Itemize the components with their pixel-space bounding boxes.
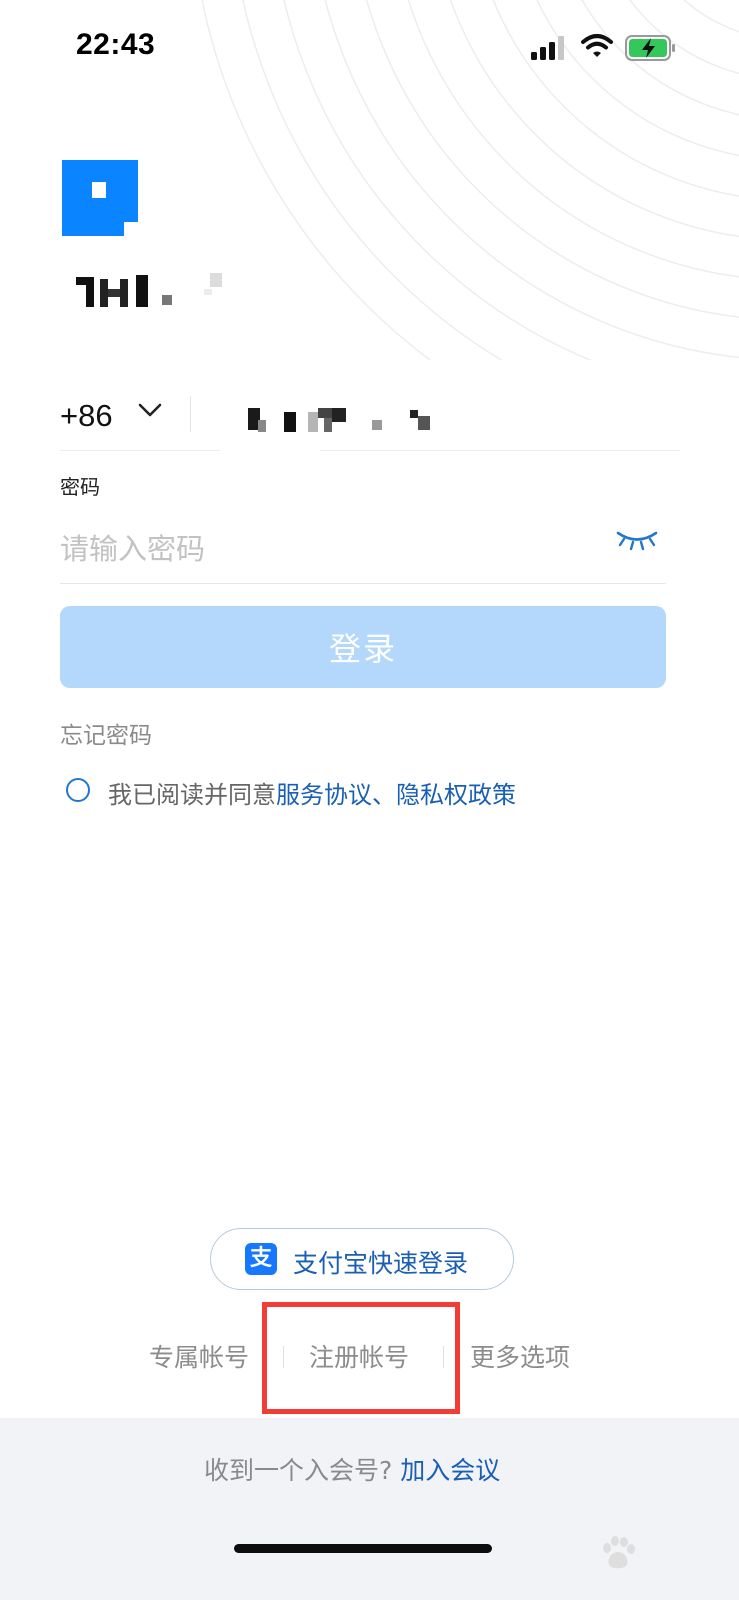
footer-bar: 收到一个入会号? 加入会议	[0, 1418, 739, 1600]
agreement-separator: 、	[372, 781, 396, 809]
phone-underline-right	[320, 450, 680, 451]
password-label: 密码	[60, 475, 100, 499]
footer-text: 收到一个入会号? 加入会议	[204, 1451, 500, 1487]
phone-number-input[interactable]	[246, 404, 446, 436]
terms-of-service-link[interactable]: 服务协议	[276, 781, 372, 809]
highlight-annotation-box	[262, 1302, 460, 1414]
agreement-row: 我已阅读并同意服务协议、隐私权政策	[66, 774, 686, 810]
agreement-text: 我已阅读并同意服务协议、隐私权政策	[108, 775, 516, 810]
agree-checkbox[interactable]	[66, 778, 90, 802]
join-meeting-link[interactable]: 加入会议	[400, 1456, 500, 1485]
app-logo	[62, 160, 138, 236]
home-indicator	[234, 1544, 492, 1553]
phone-field-divider	[190, 396, 191, 432]
forgot-password-link[interactable]: 忘记密码	[60, 716, 152, 750]
alipay-login-button[interactable]: 支 支付宝快速登录	[210, 1228, 514, 1290]
login-button[interactable]: 登录	[60, 606, 666, 688]
signal-icon	[531, 36, 564, 60]
wifi-icon	[581, 34, 613, 57]
app-name-pixelated	[76, 273, 222, 307]
alipay-icon: 支	[245, 1243, 277, 1275]
logo-corner-cutout	[124, 222, 138, 236]
battery-charging-icon	[625, 35, 675, 61]
country-code-selector[interactable]: +86	[60, 398, 113, 434]
status-bar: 22:43	[0, 0, 739, 100]
privacy-policy-link[interactable]: 隐私权政策	[396, 781, 516, 809]
baidu-paw-watermark-icon	[603, 1536, 635, 1569]
status-time: 22:43	[76, 28, 156, 61]
eye-closed-icon[interactable]	[616, 530, 658, 552]
phone-row: +86	[60, 380, 680, 452]
alipay-login-label: 支付宝快速登录	[293, 1249, 469, 1278]
agreement-prefix: 我已阅读并同意	[108, 781, 276, 809]
exclusive-account-link[interactable]: 专属帐号	[149, 1338, 249, 1374]
more-options-link[interactable]: 更多选项	[470, 1338, 570, 1374]
chevron-down-icon[interactable]	[138, 402, 162, 418]
logo-cutout	[92, 182, 106, 198]
join-prompt: 收到一个入会号?	[204, 1456, 393, 1485]
phone-underline-left	[60, 450, 220, 451]
password-input[interactable]	[60, 515, 666, 584]
